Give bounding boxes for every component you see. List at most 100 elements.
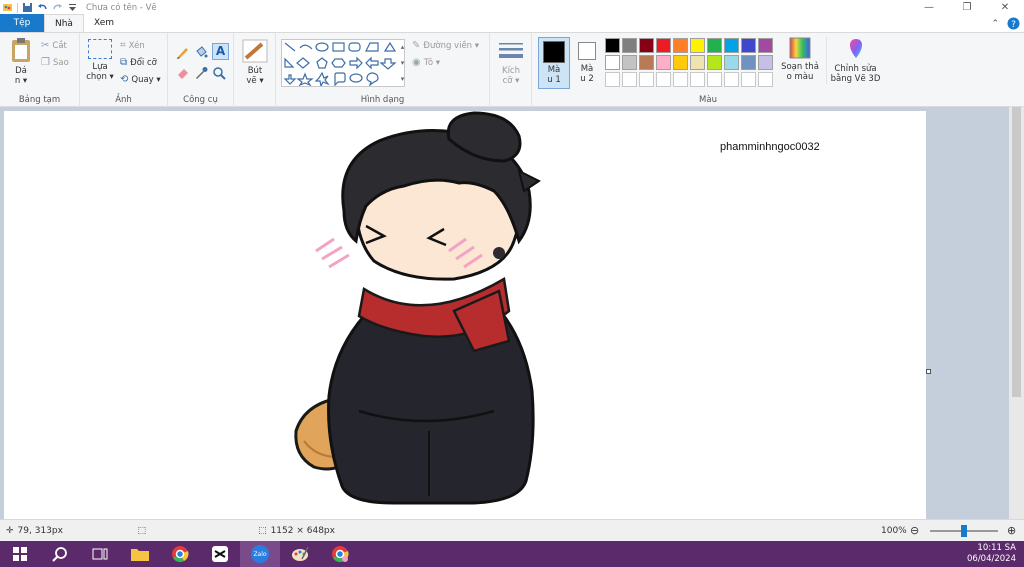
crop-button[interactable]: ⌗ Xén [120, 40, 145, 51]
collapse-ribbon-icon[interactable]: ⌃ [991, 19, 999, 29]
capcut-button[interactable] [200, 541, 240, 567]
drawing-canvas[interactable]: phamminhngoc0032 [4, 111, 926, 519]
color-swatch[interactable] [690, 55, 705, 70]
paint-app-icon[interactable] [2, 2, 13, 13]
color-swatch[interactable] [690, 38, 705, 53]
color-swatch[interactable] [673, 55, 688, 70]
system-clock[interactable]: 10:11 SA 06/04/2024 [967, 543, 1016, 565]
color-swatch[interactable] [724, 38, 739, 53]
shapes-gallery[interactable] [281, 39, 405, 88]
zoom-in-button[interactable]: ⊕ [1007, 524, 1016, 537]
color-swatch[interactable] [758, 38, 773, 53]
color-swatch[interactable] [673, 38, 688, 53]
color-swatch[interactable] [605, 72, 620, 87]
color-swatch[interactable] [605, 55, 620, 70]
resize-button[interactable]: ⧉ Đổi cỡ [120, 57, 157, 68]
fill-bucket-icon[interactable] [194, 45, 208, 59]
file-explorer-button[interactable] [120, 541, 160, 567]
color1-button[interactable]: Mà u 1 [538, 37, 570, 89]
color-swatch[interactable] [724, 72, 739, 87]
color-swatch[interactable] [656, 38, 671, 53]
clock-time: 10:11 SA [977, 543, 1016, 553]
outline-button[interactable]: ✎ Đường viền ▾ [412, 40, 479, 51]
image-group: Lựa chọn ▾ ⌗ Xén ⧉ Đổi cỡ ⟲ Quay ▾ Ảnh [80, 33, 168, 107]
outline-label: Đường viền ▾ [423, 40, 480, 51]
customize-toolbar-icon[interactable] [67, 2, 78, 13]
color-swatch[interactable] [758, 72, 773, 87]
paste-dropdown-label: n ▾ [14, 76, 28, 86]
color-picker-icon[interactable] [194, 66, 208, 80]
size-label: Kích [502, 66, 520, 76]
tab-home[interactable]: Nhà [44, 14, 84, 32]
undo-icon[interactable] [37, 2, 48, 13]
color-swatch[interactable] [639, 55, 654, 70]
color-swatch[interactable] [741, 72, 756, 87]
canvas-resize-handle-right[interactable] [926, 369, 931, 374]
shapes-group-label: Hình dạng [360, 95, 405, 105]
text-tool-icon[interactable]: A [212, 43, 229, 60]
brushes-group: Bút vẽ ▾ [234, 33, 276, 107]
color-swatch[interactable] [707, 38, 722, 53]
tab-file[interactable]: Tệp [0, 14, 44, 32]
color-swatch[interactable] [622, 72, 637, 87]
color-swatch[interactable] [741, 55, 756, 70]
color-swatch[interactable] [758, 55, 773, 70]
color-swatch[interactable] [724, 55, 739, 70]
vertical-scrollbar[interactable] [1009, 107, 1024, 519]
color-swatch[interactable] [707, 55, 722, 70]
canvas-area: phamminhngoc0032 [0, 107, 1009, 519]
magnifier-icon[interactable] [212, 66, 226, 80]
tab-view[interactable]: Xem [84, 14, 124, 32]
start-button[interactable] [0, 541, 40, 567]
paste-button[interactable]: Dá n ▾ [6, 37, 36, 86]
color-swatch[interactable] [656, 72, 671, 87]
select-button[interactable]: Lựa chọn ▾ [86, 39, 114, 82]
color-swatch[interactable] [622, 38, 637, 53]
clock-date: 06/04/2024 [967, 554, 1016, 564]
rotate-icon: ⟲ [120, 74, 129, 85]
fill-button[interactable]: ◉ Tô ▾ [412, 57, 440, 68]
copy-button[interactable]: ❐ Sao [41, 57, 69, 68]
cut-button[interactable]: ✂ Cắt [41, 40, 67, 51]
color-swatch[interactable] [707, 72, 722, 87]
search-button[interactable] [40, 541, 80, 567]
paint-taskbar-button[interactable] [280, 541, 320, 567]
color2-button[interactable]: Mà u 2 [574, 37, 600, 84]
zoom-slider[interactable] [930, 525, 998, 537]
paint3d-button[interactable]: Chỉnh sửa bằng Vẽ 3D [826, 37, 884, 84]
edit-colors-button[interactable]: Soạn thả o màu [780, 37, 820, 82]
chrome-button[interactable] [160, 541, 200, 567]
zalo-button[interactable]: Zalo [240, 541, 280, 567]
task-view-button[interactable] [80, 541, 120, 567]
pencil-icon[interactable] [176, 45, 190, 59]
size-button[interactable]: Kích cỡ ▾ [495, 41, 527, 86]
color-swatch[interactable] [656, 55, 671, 70]
close-button[interactable]: ✕ [986, 0, 1024, 15]
rotate-button[interactable]: ⟲ Quay ▾ [120, 74, 161, 85]
shapes-scroll[interactable]: ▴ ▾ ▾ [398, 39, 407, 87]
scrollbar-thumb[interactable] [1012, 107, 1021, 397]
color1-sub-label: u 1 [547, 75, 561, 85]
restore-button[interactable]: ❐ [948, 0, 986, 15]
eraser-icon[interactable] [176, 66, 190, 80]
color-swatch[interactable] [622, 55, 637, 70]
save-icon[interactable] [22, 2, 33, 13]
color-swatch[interactable] [639, 38, 654, 53]
zoom-out-button[interactable]: ⊖ [910, 524, 919, 537]
minimize-button[interactable]: — [910, 0, 948, 15]
zoom-slider-thumb[interactable] [961, 525, 967, 537]
redo-icon[interactable] [52, 2, 63, 13]
color-swatch[interactable] [741, 38, 756, 53]
color-swatch[interactable] [673, 72, 688, 87]
brushes-label: Bút [247, 66, 263, 76]
brushes-button[interactable]: Bút vẽ ▾ [239, 39, 271, 86]
color-swatch[interactable] [690, 72, 705, 87]
capcut-icon [212, 546, 228, 562]
help-icon[interactable]: ? [1007, 17, 1020, 30]
taskbar: Zalo 10:11 SA 06/04/2024 [0, 541, 1024, 567]
color-swatch[interactable] [605, 38, 620, 53]
color-swatch[interactable] [639, 72, 654, 87]
paint3d-icon [849, 39, 862, 58]
clipboard-icon [12, 38, 30, 62]
chrome-profile-button[interactable] [320, 541, 360, 567]
